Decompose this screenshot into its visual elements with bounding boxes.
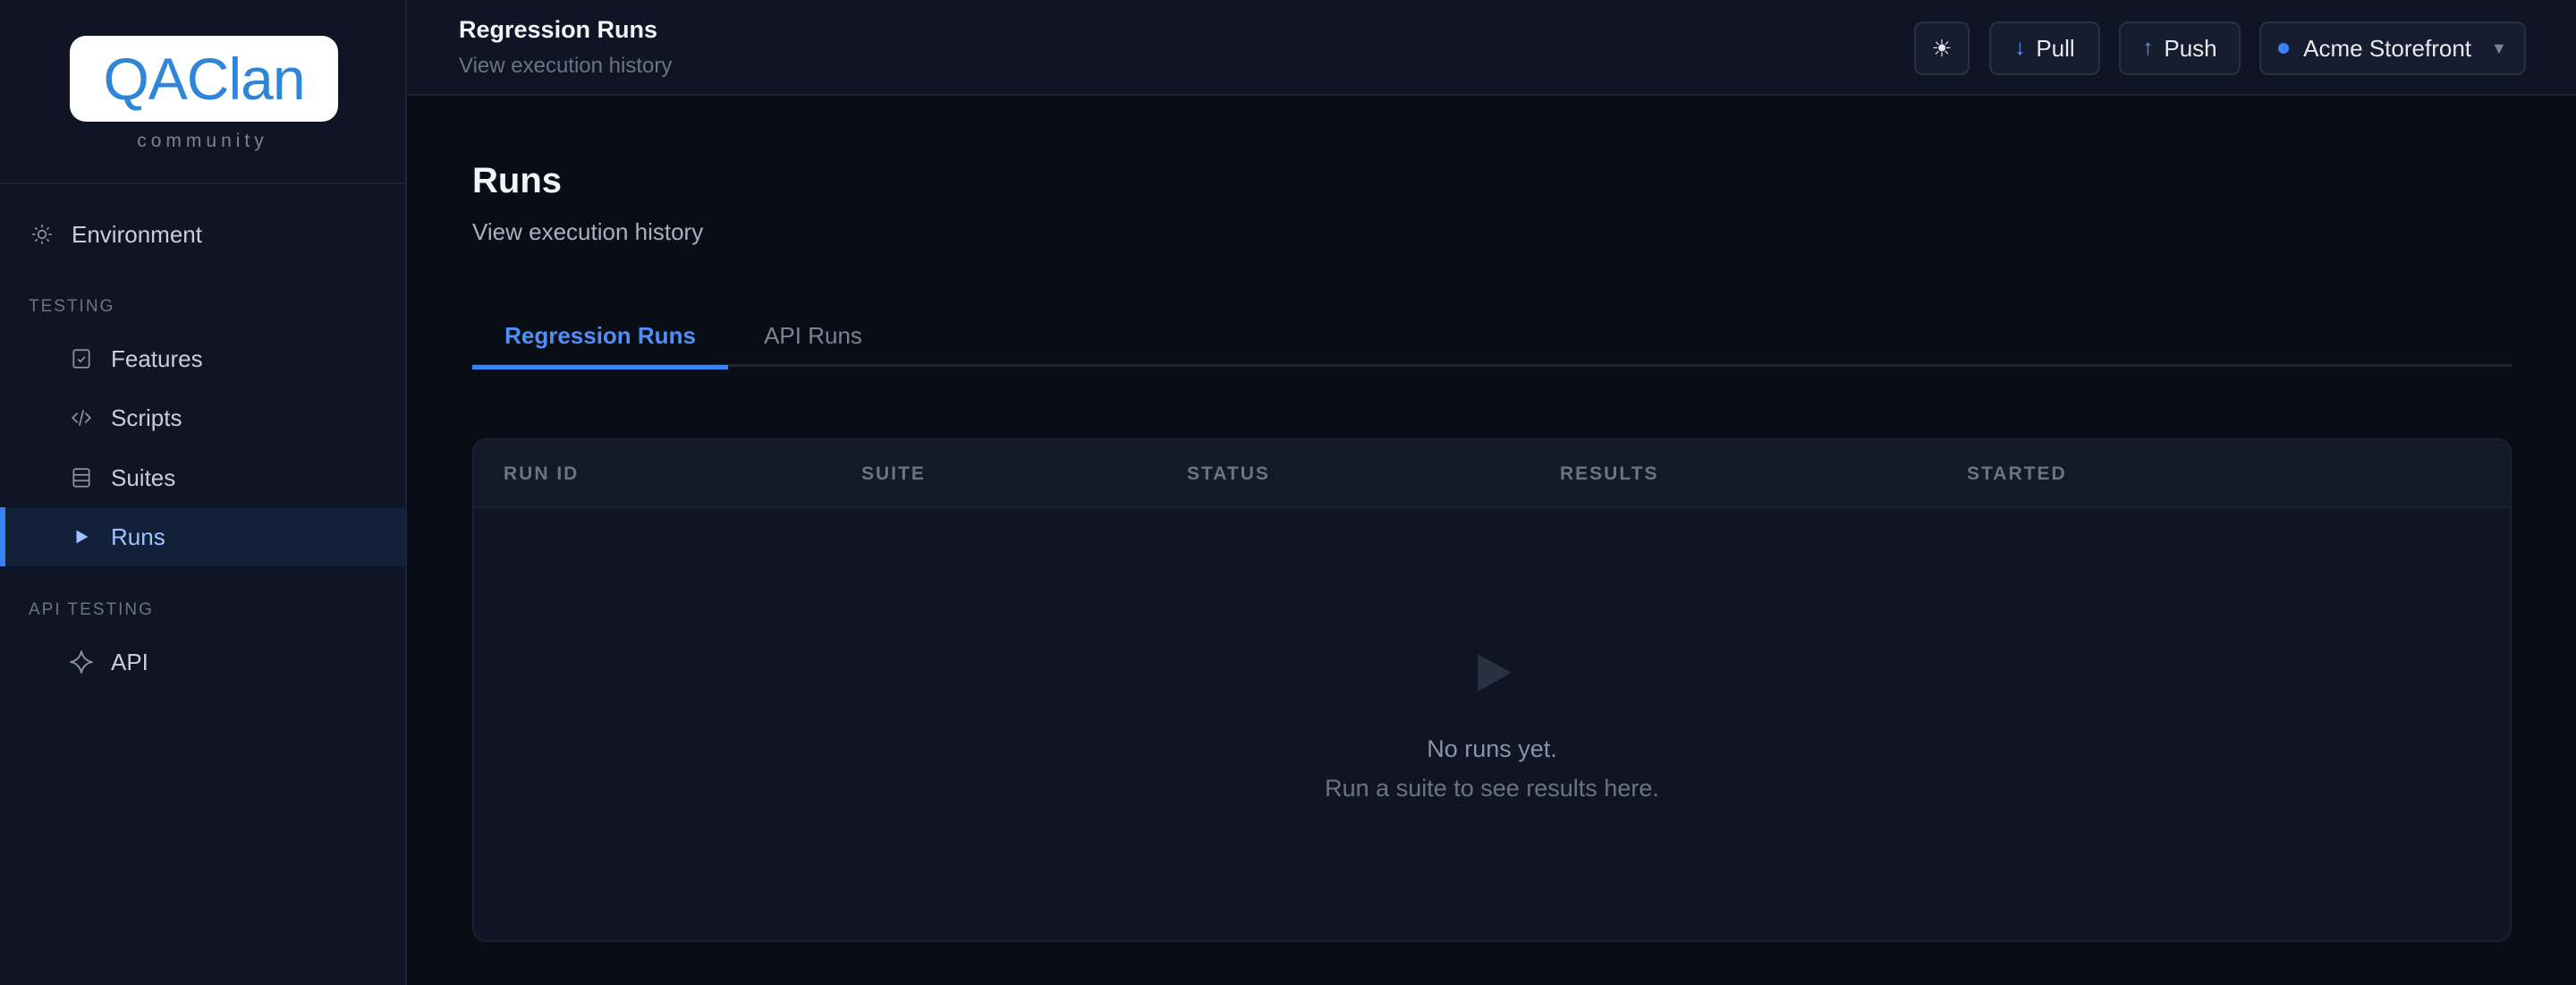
- page-subtitle: View execution history: [472, 218, 704, 245]
- sidebar-item-label: Scripts: [111, 403, 182, 431]
- table-header: RUN ID SUITE STATUS RESULTS STARTED: [474, 440, 2510, 508]
- active-indicator: [0, 507, 5, 566]
- stack-icon: [68, 464, 95, 491]
- section-label-testing: TESTING: [29, 297, 115, 316]
- sidebar-item-api[interactable]: API: [0, 633, 405, 692]
- runs-tabs: Regression Runs API Runs: [472, 304, 2512, 369]
- project-status-dot: [2278, 43, 2290, 54]
- sidebar-item-environment[interactable]: Environment: [0, 205, 405, 264]
- page-title: Runs: [472, 161, 562, 200]
- sidebar-item-scripts[interactable]: Scripts: [0, 388, 405, 447]
- sidebar-item-label: Environment: [72, 220, 202, 248]
- sidebar-item-label: Suites: [111, 463, 176, 491]
- tab-api-runs[interactable]: API Runs: [728, 304, 898, 367]
- sidebar-item-suites[interactable]: Suites: [0, 448, 405, 507]
- brand-area: QAClan community: [0, 0, 405, 184]
- push-label: Push: [2164, 34, 2217, 62]
- empty-state-hint: Run a suite to see results here.: [1325, 775, 1659, 802]
- empty-state-title: No runs yet.: [1427, 735, 1557, 762]
- pull-label: Pull: [2036, 34, 2075, 62]
- sidebar: QAClan community Environment TESTING Fea…: [0, 0, 407, 985]
- sidebar-item-features[interactable]: Features: [0, 329, 405, 388]
- arrow-up-icon: ↑: [2142, 36, 2154, 60]
- empty-state: No runs yet. Run a suite to see results …: [474, 508, 2510, 940]
- brand-tagline: community: [137, 131, 268, 151]
- project-name: Acme Storefront: [2303, 34, 2472, 62]
- header-title: Regression Runs: [459, 16, 658, 43]
- tab-regression-runs[interactable]: Regression Runs: [472, 304, 728, 369]
- sidebar-item-label: Runs: [111, 522, 165, 550]
- column-header-run-id[interactable]: RUN ID: [504, 440, 579, 508]
- play-icon: [68, 523, 95, 550]
- theme-toggle-button[interactable]: ☀: [1914, 21, 1970, 75]
- section-label-api-testing: API TESTING: [29, 600, 154, 619]
- runs-table: RUN ID SUITE STATUS RESULTS STARTED No r…: [472, 438, 2512, 942]
- column-header-results[interactable]: RESULTS: [1560, 440, 1658, 508]
- sidebar-item-label: Features: [111, 344, 203, 372]
- column-header-suite[interactable]: SUITE: [861, 440, 926, 508]
- sidebar-item-runs[interactable]: Runs: [0, 507, 405, 566]
- brand-logo[interactable]: QAClan: [70, 36, 338, 122]
- chevron-down-icon: ▼: [2491, 38, 2507, 57]
- push-button[interactable]: ↑ Push: [2119, 21, 2241, 75]
- top-bar: Regression Runs View execution history ☀…: [407, 0, 2576, 96]
- column-header-started[interactable]: STARTED: [1967, 440, 2067, 508]
- project-selector[interactable]: Acme Storefront ▼: [2259, 21, 2526, 75]
- play-icon: [1470, 650, 1515, 701]
- checklist-icon: [68, 345, 95, 372]
- sun-icon: ☀: [1931, 34, 1953, 62]
- header-subtitle: View execution history: [459, 54, 673, 78]
- sun-icon: [29, 221, 55, 248]
- code-icon: [68, 404, 95, 431]
- sidebar-item-label: API: [111, 648, 148, 675]
- pull-button[interactable]: ↓ Pull: [1989, 21, 2100, 75]
- brand-logo-text: QAClan: [103, 46, 305, 112]
- sparkle-icon: [68, 649, 95, 675]
- column-header-status[interactable]: STATUS: [1187, 440, 1270, 508]
- arrow-down-icon: ↓: [2014, 36, 2026, 60]
